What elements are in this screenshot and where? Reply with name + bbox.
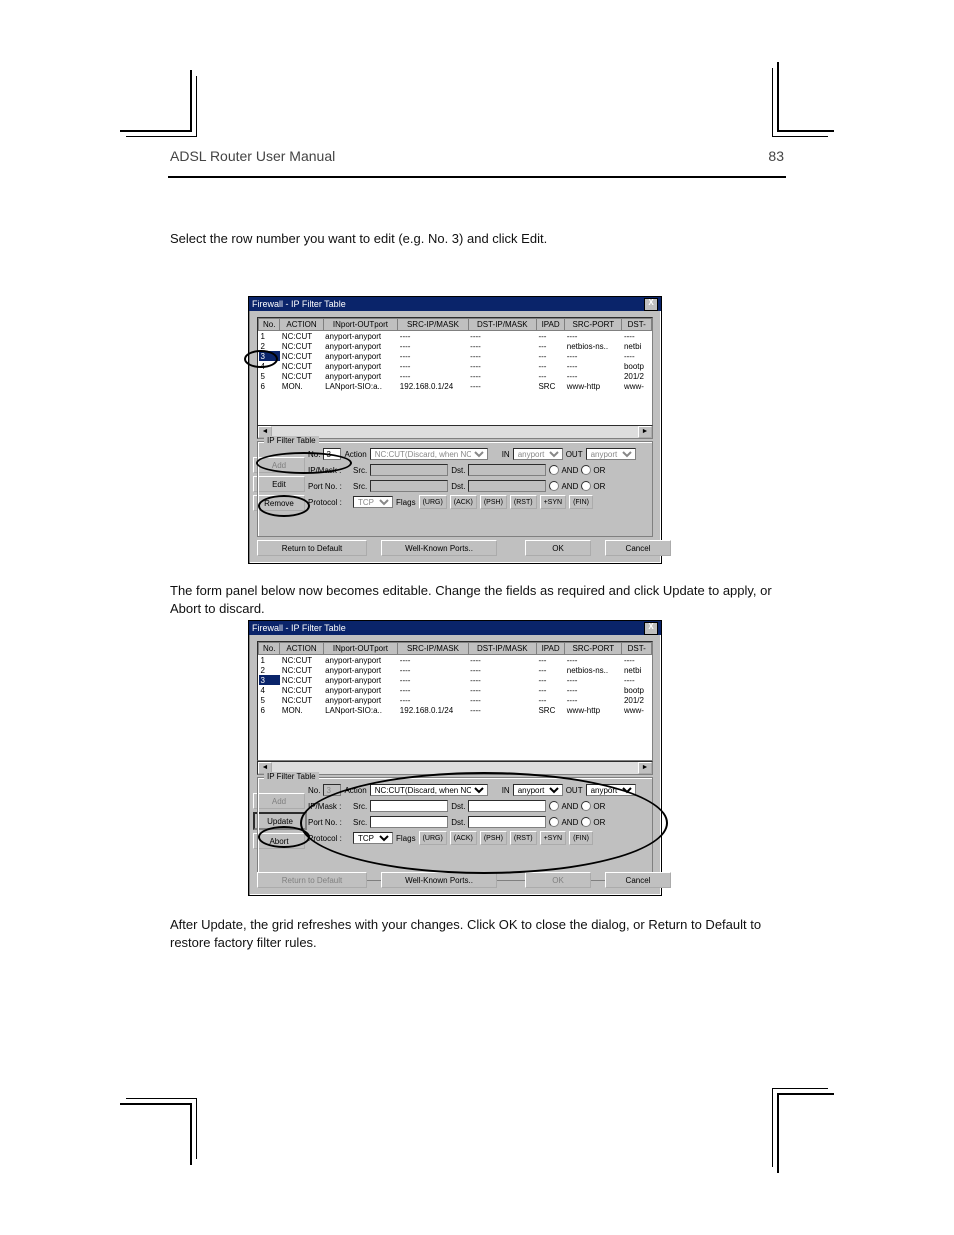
no-field[interactable] [323, 784, 341, 796]
dst-label: Dst. [451, 466, 465, 475]
firewall-dialog-editing: Firewall - IP Filter Table X No. ACTION … [248, 620, 662, 896]
group-legend-2: IP Filter Table [264, 772, 319, 781]
src-port-field[interactable] [370, 480, 448, 492]
ok-button[interactable]: OK [525, 540, 591, 556]
flag-psh[interactable]: (PSH) [480, 831, 507, 845]
src-port-field[interactable] [370, 816, 448, 828]
well-known-ports-button[interactable]: Well-Known Ports.. [381, 872, 497, 888]
table-row[interactable]: 2NC:CUTanyport-anyport-----------netbios… [259, 665, 652, 675]
filter-table[interactable]: No. ACTION INport-OUTport SRC-IP/MASK DS… [257, 317, 653, 427]
cancel-button[interactable]: Cancel [605, 872, 671, 888]
protocol-select[interactable]: TCP [353, 832, 393, 844]
scroll-right-icon[interactable]: ► [638, 762, 652, 774]
table-row[interactable]: 4NC:CUTanyport-anyport---------------boo… [259, 685, 652, 695]
group-legend: IP Filter Table [264, 436, 319, 445]
table-row[interactable]: 6MON.LANport-SIO:a..192.168.0.1/24----SR… [259, 381, 652, 391]
page-number: 83 [768, 148, 784, 164]
filter-table-2[interactable]: No. ACTION INport-OUTport SRC-IP/MASK DS… [257, 641, 653, 761]
src-label-2: Src. [353, 482, 367, 491]
src-ip-field[interactable] [370, 800, 448, 812]
well-known-ports-button[interactable]: Well-Known Ports.. [381, 540, 497, 556]
and-radio[interactable] [549, 801, 559, 811]
dst-ip-field[interactable] [468, 464, 546, 476]
table-row[interactable]: 5NC:CUTanyport-anyport---------------201… [259, 371, 652, 381]
or-radio[interactable] [581, 801, 591, 811]
table-row-selected[interactable]: 3NC:CUTanyport-anyport------------------… [259, 351, 652, 361]
flags-label: Flags [396, 498, 416, 507]
action-select[interactable]: NC:CUT(Discard, when NC) [370, 448, 488, 460]
table-row[interactable]: 4NC:CUTanyport-anyport---------------boo… [259, 361, 652, 371]
and-radio[interactable] [549, 465, 559, 475]
no-label: No. [308, 450, 320, 459]
in-select[interactable]: anyport [513, 784, 563, 796]
flag-ack[interactable]: (ACK) [450, 495, 477, 509]
firewall-dialog-before: Firewall - IP Filter Table X No. ACTION … [248, 296, 662, 564]
flag-urg[interactable]: (URG) [419, 831, 447, 845]
portno-label: Port No. : [308, 482, 350, 491]
table-row[interactable]: 5NC:CUTanyport-anyport---------------201… [259, 695, 652, 705]
or-radio-2[interactable] [581, 481, 591, 491]
dialog-title: Firewall - IP Filter Table [252, 299, 346, 309]
out-label: OUT [566, 450, 583, 459]
src-label: Src. [353, 466, 367, 475]
flag-rst[interactable]: (RST) [510, 831, 537, 845]
and-radio-2[interactable] [549, 817, 559, 827]
table-row[interactable]: 6MON.LANport-SIO:a..192.168.0.1/24----SR… [259, 705, 652, 715]
flag-fin[interactable]: (FIN) [569, 831, 593, 845]
scroll-right-icon[interactable]: ► [638, 426, 652, 438]
col-action[interactable]: ACTION [280, 319, 323, 331]
table-row[interactable]: 1NC:CUTanyport-anyport------------------… [259, 331, 652, 342]
and-label: AND [561, 466, 578, 475]
flag-urg[interactable]: (URG) [419, 495, 447, 509]
and-radio-2[interactable] [549, 481, 559, 491]
body-para-3: After Update, the grid refreshes with yo… [170, 916, 784, 951]
return-default-button[interactable]: Return to Default [257, 872, 367, 888]
flag-syn[interactable]: +SYN [540, 495, 566, 509]
cancel-button[interactable]: Cancel [605, 540, 671, 556]
filter-form-group: IP Filter Table No. Action NC:CUT(Discar… [257, 441, 653, 537]
dst-port-field[interactable] [468, 480, 546, 492]
protocol-label: Protocol : [308, 498, 350, 507]
no-field[interactable] [323, 448, 341, 460]
ipmask-label: IP/Mask : [308, 466, 350, 475]
table-row[interactable]: 2NC:CUTanyport-anyport-----------netbios… [259, 341, 652, 351]
protocol-select[interactable]: TCP [353, 496, 393, 508]
in-select[interactable]: anyport [513, 448, 563, 460]
body-para-2: The form panel below now becomes editabl… [170, 582, 784, 617]
flag-fin[interactable]: (FIN) [569, 495, 593, 509]
dst-label-2: Dst. [451, 482, 465, 491]
or-radio[interactable] [581, 465, 591, 475]
flag-syn[interactable]: +SYN [540, 831, 566, 845]
col-srcip[interactable]: SRC-IP/MASK [398, 319, 468, 331]
dst-ip-field[interactable] [468, 800, 546, 812]
col-dstip[interactable]: DST-IP/MASK [468, 319, 536, 331]
col-no[interactable]: No. [259, 319, 280, 331]
body-para-1: Select the row number you want to edit (… [170, 230, 784, 248]
in-label: IN [502, 450, 510, 459]
close-icon[interactable]: X [644, 298, 658, 311]
flag-psh[interactable]: (PSH) [480, 495, 507, 509]
col-inout[interactable]: INport-OUTport [323, 319, 398, 331]
col-ipad[interactable]: IPAD [536, 319, 564, 331]
dialog-title-2: Firewall - IP Filter Table [252, 623, 346, 633]
close-icon[interactable]: X [644, 622, 658, 635]
flag-rst[interactable]: (RST) [510, 495, 537, 509]
src-ip-field[interactable] [370, 464, 448, 476]
or-label: OR [593, 466, 605, 475]
action-select[interactable]: NC:CUT(Discard, when NC) [370, 784, 488, 796]
table-row-selected[interactable]: 3NC:CUTanyport-anyport------------------… [259, 675, 652, 685]
table-row[interactable]: 1NC:CUTanyport-anyport------------------… [259, 655, 652, 666]
ok-button[interactable]: OK [525, 872, 591, 888]
col-srcport[interactable]: SRC-PORT [565, 319, 622, 331]
flag-ack[interactable]: (ACK) [450, 831, 477, 845]
out-select[interactable]: anyport [586, 448, 636, 460]
action-label: Action [344, 450, 366, 459]
filter-form-group-2: IP Filter Table No. Action NC:CUT(Discar… [257, 777, 653, 881]
return-default-button[interactable]: Return to Default [257, 540, 367, 556]
page-heading: ADSL Router User Manual [170, 148, 335, 164]
out-select[interactable]: anyport [586, 784, 636, 796]
dst-port-field[interactable] [468, 816, 546, 828]
or-radio-2[interactable] [581, 817, 591, 827]
col-dst[interactable]: DST- [622, 319, 652, 331]
